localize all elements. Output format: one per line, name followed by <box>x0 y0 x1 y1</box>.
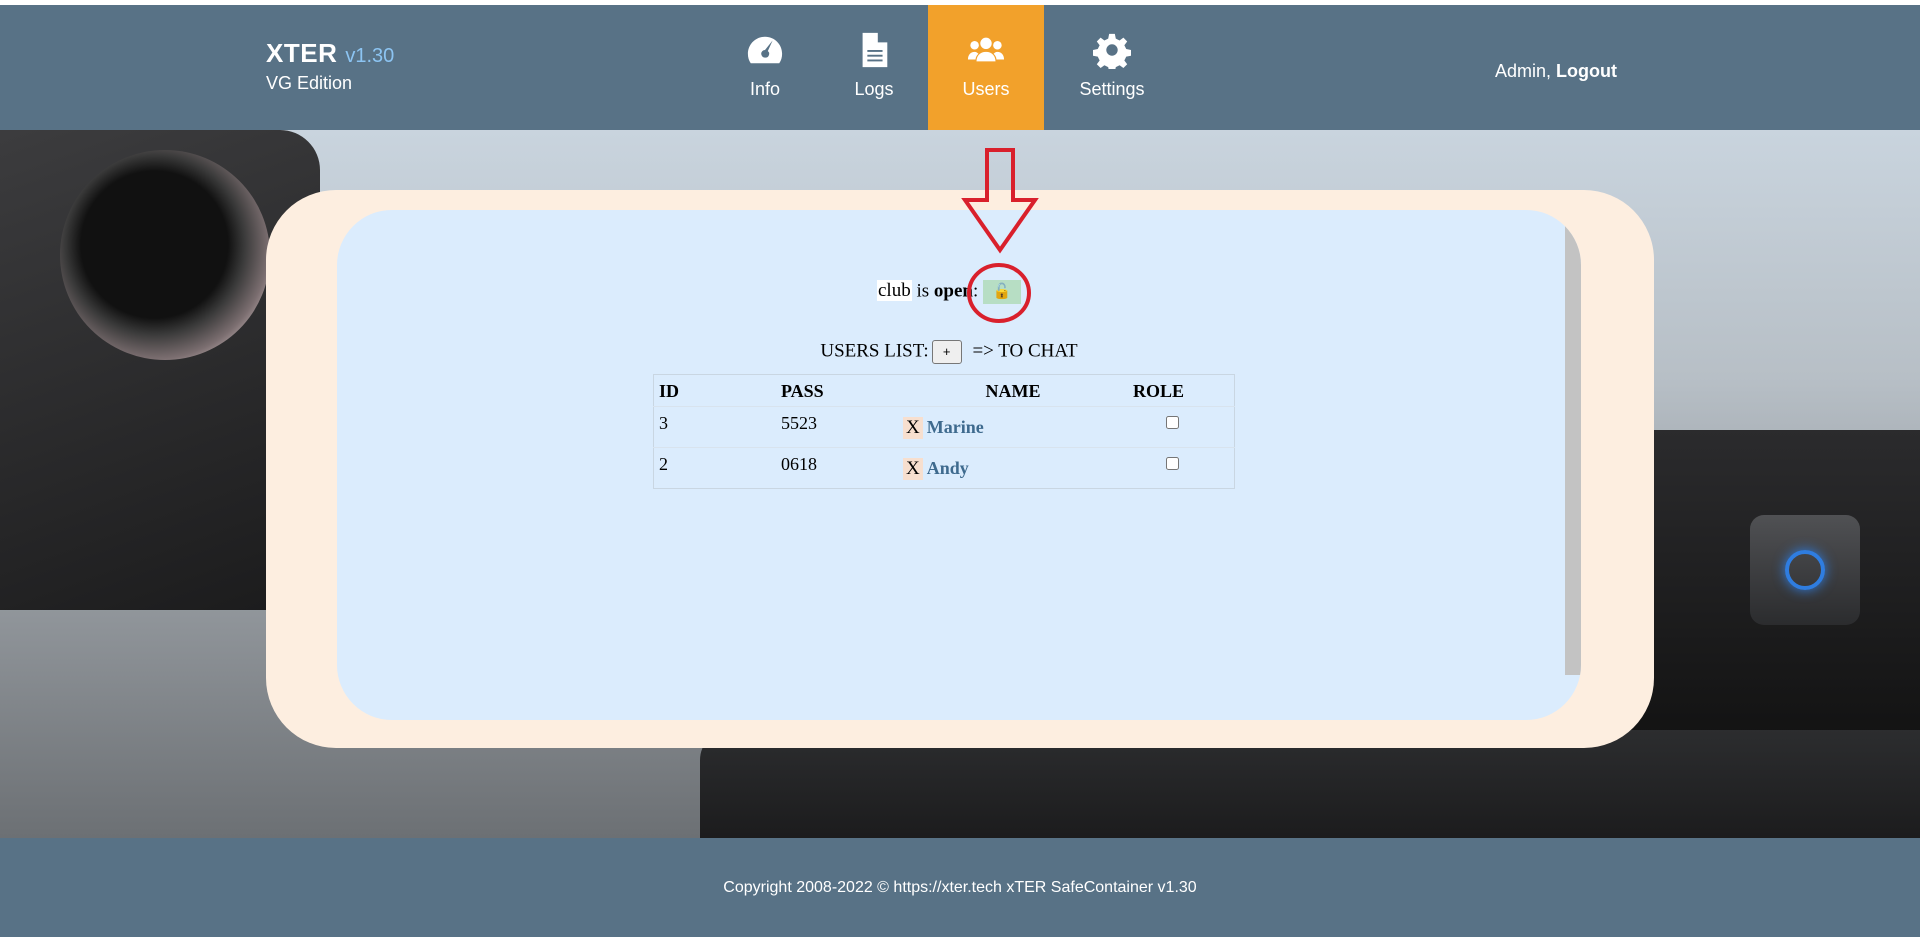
user-id: 2 <box>653 447 776 489</box>
brand-version: v1.30 <box>345 45 395 67</box>
club-label: club <box>876 280 912 302</box>
delete-user-button[interactable]: X <box>903 417 923 439</box>
power-led <box>1785 550 1825 590</box>
role-checkbox[interactable] <box>1166 457 1179 470</box>
user-area: Admin, Logout <box>1495 61 1617 82</box>
dashboard-icon <box>747 36 783 64</box>
nav-info[interactable]: Info <box>710 5 820 130</box>
brand-edition: VG Edition <box>266 73 353 93</box>
nav-settings-label: Settings <box>1079 79 1145 99</box>
copyright-text: Copyright 2008-2022 © https://xter.tech … <box>723 879 1197 896</box>
nav-users-label: Users <box>962 79 1010 99</box>
table-row: 2 0618 X Andy <box>653 447 1235 489</box>
scrollbar[interactable] <box>1565 210 1581 675</box>
col-pass: PASS <box>781 381 824 401</box>
nav-settings[interactable]: Settings <box>1044 5 1180 130</box>
user-role-cell <box>1128 447 1235 489</box>
col-role: ROLE <box>1133 381 1185 401</box>
users-list-label: USERS LIST: <box>820 340 929 362</box>
brand: XTER v1.30 VG Edition <box>266 38 394 94</box>
user-name-link[interactable]: Marine <box>927 417 984 437</box>
users-list-header: USERS LIST: + => TO CHAT <box>337 340 1561 364</box>
user-pass: 0618 <box>776 447 898 489</box>
role-checkbox[interactable] <box>1166 416 1179 429</box>
gear-icon <box>1093 33 1131 69</box>
status-verb: is <box>916 280 930 302</box>
to-chat-label: => TO CHAT <box>972 340 1078 362</box>
top-header: XTER v1.30 VG Edition Info Logs Users Se… <box>0 5 1920 130</box>
card-inner: club is open: 🔓 USERS LIST: + => TO CHAT … <box>337 210 1581 720</box>
user-pass: 5523 <box>776 406 898 448</box>
webcam-lens <box>60 150 270 360</box>
club-status: club is open: 🔓 <box>337 280 1561 304</box>
delete-user-button[interactable]: X <box>903 458 923 480</box>
logout-link[interactable]: Logout <box>1556 61 1617 81</box>
user-name: Admin, <box>1494 61 1551 81</box>
document-icon <box>862 32 888 68</box>
col-name: NAME <box>985 381 1041 401</box>
users-table: ID PASS NAME ROLE 3 5523 X Marine 2 0618 … <box>653 374 1235 489</box>
annotation-arrow <box>961 148 1039 323</box>
col-id: ID <box>659 381 680 401</box>
add-user-button[interactable]: + <box>931 340 962 364</box>
main-nav: Info Logs Users Settings <box>710 5 1180 130</box>
brand-title: XTER <box>266 38 338 68</box>
user-name-cell: X Marine <box>898 406 1128 448</box>
user-id: 3 <box>653 406 776 448</box>
user-name-cell: X Andy <box>898 447 1128 489</box>
table-row: 3 5523 X Marine <box>653 406 1235 448</box>
nav-logs-label: Logs <box>854 79 894 99</box>
nav-logs[interactable]: Logs <box>820 5 928 130</box>
table-header-row: ID PASS NAME ROLE <box>654 375 1235 407</box>
users-icon <box>967 37 1005 62</box>
footer: Copyright 2008-2022 © https://xter.tech … <box>0 838 1920 937</box>
user-name-link[interactable]: Andy <box>927 458 969 478</box>
nav-users[interactable]: Users <box>928 5 1044 130</box>
nav-info-label: Info <box>749 79 781 99</box>
user-role-cell <box>1128 406 1235 448</box>
